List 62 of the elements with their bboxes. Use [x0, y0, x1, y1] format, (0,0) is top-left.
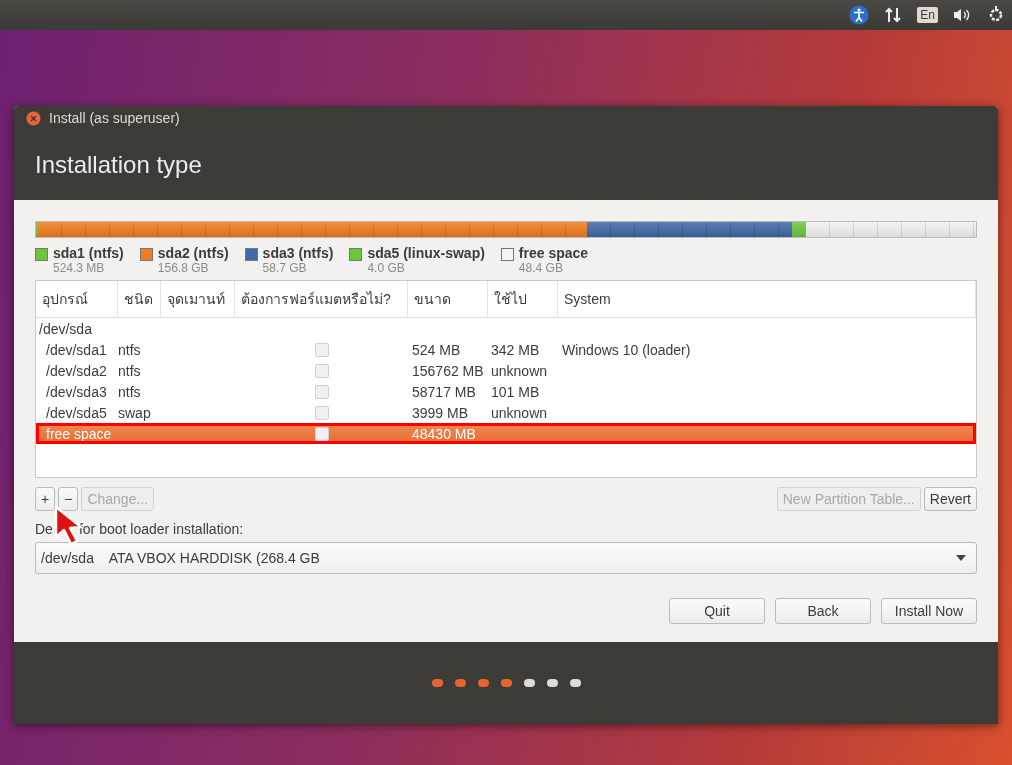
format-checkbox[interactable] — [314, 405, 329, 420]
legend-size: 58.7 GB — [262, 261, 308, 275]
action-button[interactable]: Revert — [923, 487, 977, 511]
used-cell-text: 101 MB — [490, 383, 541, 400]
size-cell-text: 58717 MB — [411, 383, 477, 400]
action-button[interactable]: Back — [775, 598, 871, 624]
window-title: Install (as superuser) — [49, 110, 180, 126]
partition-row[interactable]: /dev/sda2 ntfs 156762 MB unknown — [36, 360, 976, 381]
legend-label: sda2 (ntfs) — [157, 245, 229, 261]
field-label: De — [35, 521, 53, 537]
partition-row[interactable]: /dev/sda5 swap 3999 MB unknown — [36, 402, 976, 423]
legend-size: 48.4 GB — [518, 261, 564, 275]
caret-icon — [956, 555, 966, 561]
partition-row[interactable]: /dev/sda — [36, 318, 976, 339]
size-cell-text: 48430 MB — [411, 425, 477, 442]
partition-row[interactable]: /dev/sda1 ntfs 524 MB 342 MB Windows 10 (loader) — [36, 339, 976, 360]
action-button[interactable]: Install Now — [881, 598, 977, 624]
type-cell-text: ntfs — [118, 383, 142, 400]
legend-label: free space — [518, 245, 589, 261]
legend-label: sda5 (linux-swap) — [367, 245, 485, 261]
used-cell-text: 342 MB — [490, 341, 541, 358]
boot-device-dropdown[interactable]: /dev/sda ATA VBOX HARDDISK (268.4 GB — [35, 542, 977, 574]
action-button[interactable]: Quit — [669, 598, 765, 624]
close-icon[interactable] — [26, 110, 41, 126]
type-cell-text: ntfs — [118, 341, 142, 358]
device-cell-text: /dev/sda — [38, 320, 93, 337]
type-cell-text: swap — [118, 404, 152, 421]
system-cell-text: Windows 10 (loader) — [561, 341, 692, 358]
device-cell-text: /dev/sda5 — [45, 404, 108, 421]
icon-button[interactable]: − — [58, 487, 79, 511]
legend-size: 156.8 GB — [157, 261, 210, 275]
column-header[interactable]: ขนาด — [408, 281, 488, 317]
icon-button[interactable]: + — [35, 487, 56, 511]
column-header[interactable]: System — [558, 281, 976, 317]
column-header[interactable]: อุปกรณ์ — [36, 281, 118, 317]
format-checkbox[interactable] — [314, 342, 329, 357]
device-cell-text: /dev/sda2 — [45, 362, 108, 379]
legend-label: sda1 (ntfs) — [53, 245, 124, 261]
column-header[interactable]: ชนิด — [118, 281, 161, 317]
format-checkbox[interactable] — [314, 426, 329, 441]
device-cell-text: free space — [45, 425, 113, 442]
column-header[interactable]: ต้องการฟอร์แมตหรือไม่? — [235, 281, 408, 317]
device-cell-text: /dev/sda1 — [45, 341, 108, 358]
page-heading: Installation type — [35, 151, 202, 179]
size-cell-text: 156762 MB — [411, 362, 485, 379]
device-cell-text: /dev/sda3 — [45, 383, 108, 400]
legend-size: 524.3 MB — [53, 261, 106, 275]
format-checkbox[interactable] — [314, 384, 329, 399]
size-cell-text: 3999 MB — [411, 404, 470, 421]
network-icon[interactable] — [883, 5, 904, 25]
size-cell-text: 524 MB — [411, 341, 462, 358]
used-cell-text: unknown — [490, 404, 549, 421]
used-cell-text: unknown — [490, 362, 549, 379]
format-checkbox[interactable] — [314, 363, 329, 378]
column-header[interactable]: ใช้ไป — [488, 281, 558, 317]
legend-size: 4.0 GB — [367, 261, 406, 275]
accessibility-icon[interactable] — [849, 5, 870, 25]
legend-label: sda3 (ntfs) — [262, 245, 334, 261]
partition-row[interactable]: /dev/sda3 ntfs 58717 MB 101 MB — [36, 381, 976, 402]
keyboard-layout-indicator[interactable]: En — [917, 7, 938, 23]
column-header[interactable]: จุดเมานท์ — [161, 281, 235, 317]
type-cell-text: ntfs — [118, 362, 142, 379]
